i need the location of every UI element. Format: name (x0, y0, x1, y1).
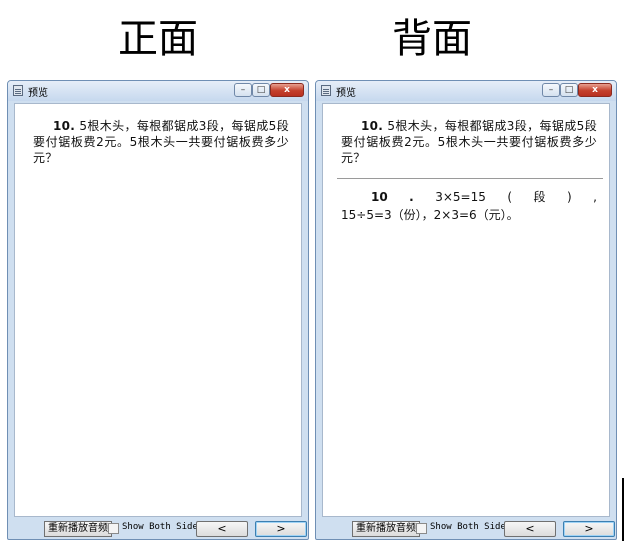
front-heading: 正面 (118, 16, 198, 62)
front-preview-window: 预览 – □ x 10. 5根木头，每根都锯成3段，每锯成5段要付锯板费2元。5… (7, 80, 309, 540)
back-heading: 背面 (392, 16, 472, 62)
show-both-sides-label: Show Both Sides (122, 522, 204, 532)
answer-text: 10 . 3×5=15 ( 段 ) , 15÷5=3（份），2×3=6（元）。 (341, 188, 597, 224)
answer-unit: 段 (533, 190, 546, 204)
card-content-area[interactable]: 10. 5根木头，每根都锯成3段，每锯成5段要付锯板费2元。5根木头一共要付锯板… (14, 103, 302, 517)
edge-divider (622, 478, 624, 541)
title-bar[interactable]: 预览 – □ x (316, 81, 616, 101)
answer-paren-close: ) (566, 190, 572, 204)
previous-button[interactable]: < (196, 521, 248, 537)
question-number: 10. (53, 119, 76, 133)
window-title: 预览 (336, 88, 356, 99)
minimize-button[interactable]: – (542, 83, 560, 97)
answer-line-2: 15÷5=3（份），2×3=6（元）。 (341, 208, 519, 222)
minimize-button[interactable]: – (234, 83, 252, 97)
answer-dot: . (409, 190, 414, 204)
show-both-sides-label: Show Both Sides (430, 522, 512, 532)
card-content-area[interactable]: 10. 5根木头，每根都锯成3段，每锯成5段要付锯板费2元。5根木头一共要付锯板… (322, 103, 610, 517)
question-number: 10. (361, 119, 384, 133)
answer-divider (337, 178, 603, 179)
question-text: 10. 5根木头，每根都锯成3段，每锯成5段要付锯板费2元。5根木头一共要付锯板… (341, 118, 597, 166)
maximize-button[interactable]: □ (560, 83, 578, 97)
replay-audio-button[interactable]: 重新播放音频 (44, 521, 112, 537)
app-icon (321, 85, 331, 96)
maximize-button[interactable]: □ (252, 83, 270, 97)
bottom-toolbar: 重新播放音频 Show Both Sides < > (8, 517, 308, 539)
bottom-toolbar: 重新播放音频 Show Both Sides < > (316, 517, 616, 539)
answer-paren-open: ( (507, 190, 513, 204)
back-preview-window: 预览 – □ x 10. 5根木头，每根都锯成3段，每锯成5段要付锯板费2元。5… (315, 80, 617, 540)
question-text: 10. 5根木头，每根都锯成3段，每锯成5段要付锯板费2元。5根木头一共要付锯板… (33, 118, 289, 166)
close-button[interactable]: x (270, 83, 304, 97)
answer-line-1: 10 . 3×5=15 ( 段 ) , (341, 188, 597, 206)
previous-button[interactable]: < (504, 521, 556, 537)
next-button[interactable]: > (255, 521, 307, 537)
title-bar[interactable]: 预览 – □ x (8, 81, 308, 101)
answer-expression: 3×5=15 (435, 190, 486, 204)
app-icon (13, 85, 23, 96)
answer-comma: , (593, 190, 597, 204)
replay-audio-button[interactable]: 重新播放音频 (352, 521, 420, 537)
close-button[interactable]: x (578, 83, 612, 97)
answer-number: 10 (371, 190, 388, 204)
window-title: 预览 (28, 88, 48, 99)
show-both-sides-checkbox[interactable] (108, 523, 119, 534)
next-button[interactable]: > (563, 521, 615, 537)
show-both-sides-checkbox[interactable] (416, 523, 427, 534)
